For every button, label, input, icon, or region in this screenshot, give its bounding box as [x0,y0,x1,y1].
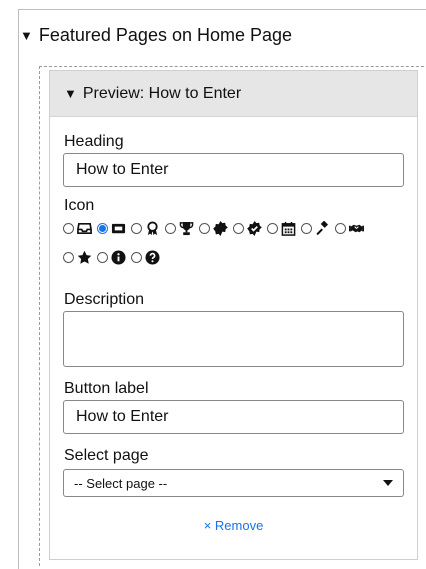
icon-radio-ticket[interactable] [97,223,108,234]
icon-radio-badge[interactable] [199,223,210,234]
icon-options-row-2 [63,250,163,265]
icon-radio-gavel[interactable] [301,223,312,234]
icon-radio-star[interactable] [63,252,74,263]
preview-toggle[interactable]: ▼ Preview: How to Enter [50,71,417,117]
select-page-value: -- Select page -- [74,475,168,491]
info-icon [111,250,126,265]
inbox-icon [77,221,92,236]
expand-triangle-icon: ▼ [20,28,33,43]
icon-radio-inbox[interactable] [63,223,74,234]
icon-options-row-1 [63,221,367,236]
icon-radio-handshake[interactable] [335,223,346,234]
badge-icon [213,221,228,236]
heading-input[interactable]: How to Enter [63,153,404,187]
icon-radio-award[interactable] [131,223,142,234]
question-icon [145,250,160,265]
preview-title: Preview: How to Enter [82,84,242,102]
icon-radio-check-badge[interactable] [233,223,244,234]
section-title: Featured Pages on Home Page [38,25,293,45]
section-toggle[interactable]: ▼ Featured Pages on Home Page [20,25,292,46]
star-icon [77,250,92,265]
icon-radio-trophy[interactable] [165,223,176,234]
heading-label: Heading [64,133,124,150]
preview-panel: ▼ Preview: How to Enter Heading How to E… [49,70,418,560]
expand-triangle-icon: ▼ [64,86,77,101]
icon-radio-calendar[interactable] [267,223,278,234]
handshake-icon [349,221,364,236]
trophy-icon [179,221,194,236]
icon-label: Icon [64,197,95,214]
select-page-dropdown[interactable]: -- Select page -- [63,469,404,497]
icon-radio-question[interactable] [131,252,142,263]
icon-radio-info[interactable] [97,252,108,263]
calendar-icon [281,221,296,236]
button-label-label: Button label [64,380,149,397]
gavel-icon [315,221,330,236]
chevron-down-icon [383,480,393,486]
description-textarea[interactable] [63,311,404,367]
select-page-label: Select page [64,447,149,464]
button-label-input[interactable]: How to Enter [63,400,404,434]
remove-button[interactable]: × Remove [50,518,417,533]
award-icon [145,221,160,236]
check-badge-icon [247,221,262,236]
description-label: Description [64,291,145,308]
ticket-icon [111,221,126,236]
